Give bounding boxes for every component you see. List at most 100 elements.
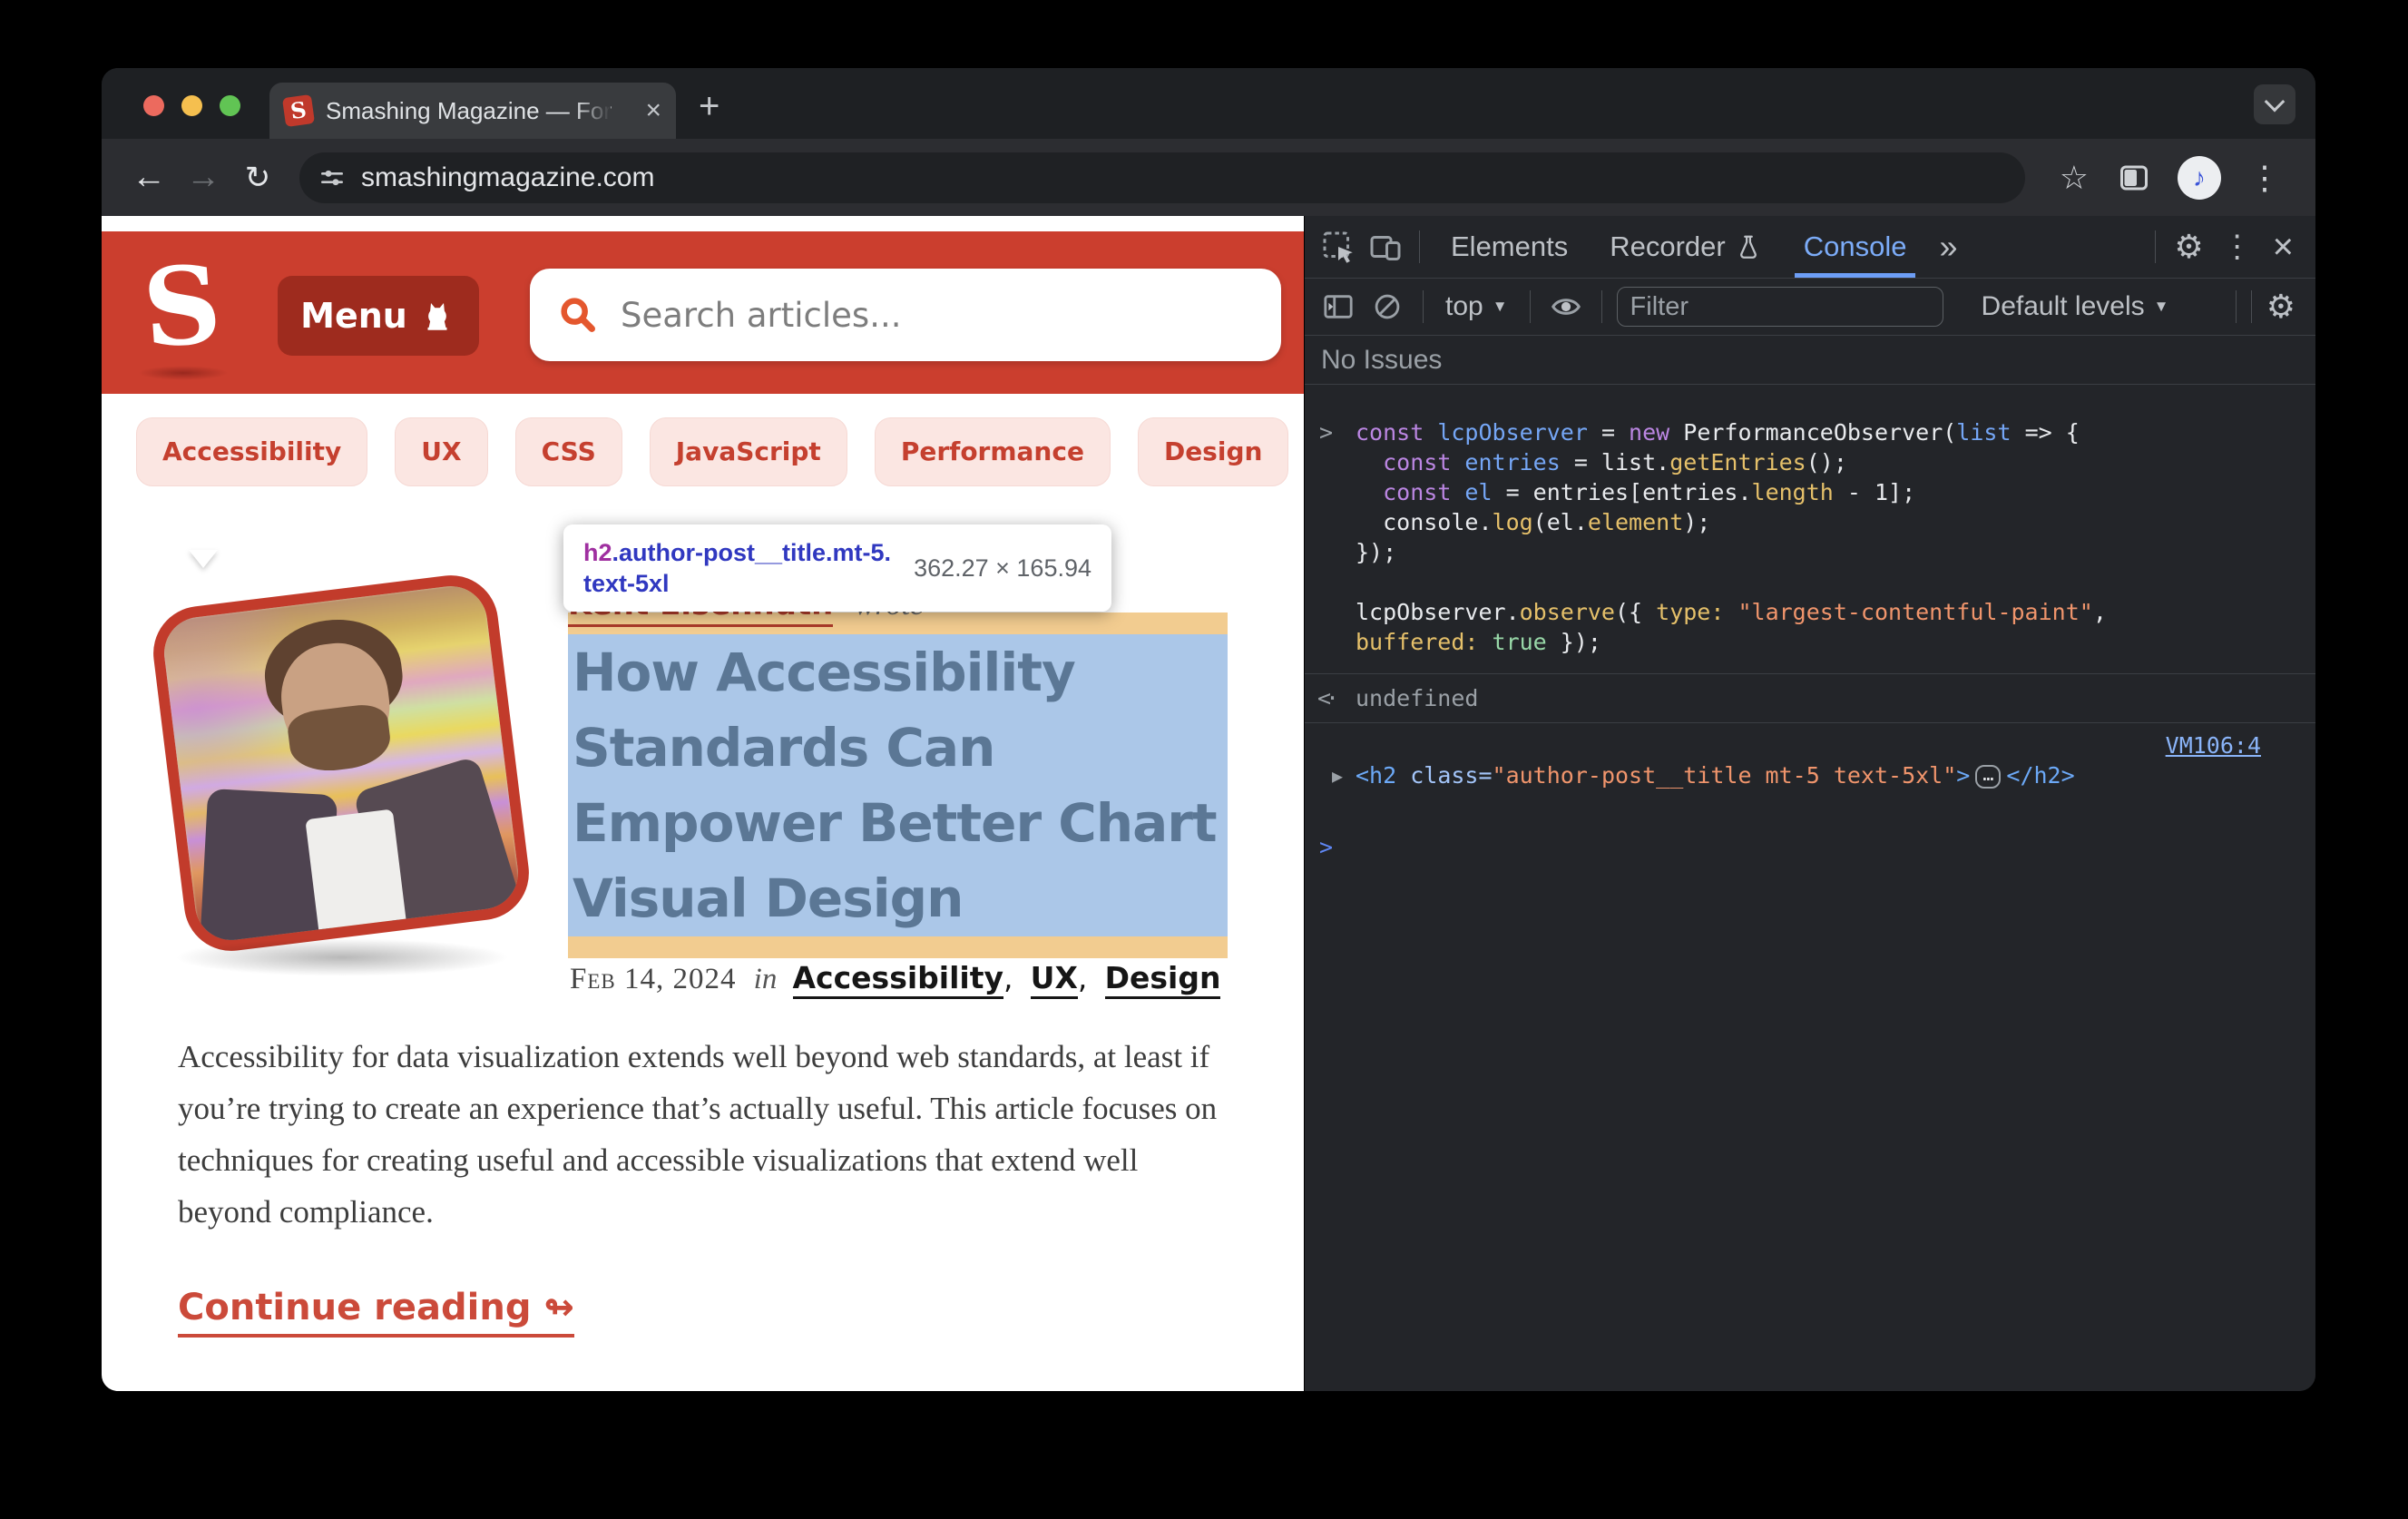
collapsed-content-icon[interactable]: … (1975, 765, 2001, 789)
tab-close-icon[interactable]: × (645, 97, 661, 124)
search-input[interactable] (619, 295, 1254, 336)
bookmark-star-icon[interactable]: ☆ (2060, 159, 2089, 197)
menu-label: Menu (300, 296, 407, 336)
tooltip-selector: h2.author-post__title.mt-5.text-5xl (583, 537, 897, 599)
console-log-row: VM106:4 ▶<h2 class="author-post__title m… (1305, 723, 2315, 805)
site-settings-icon[interactable] (318, 163, 347, 192)
favicon-letter: S (289, 99, 308, 122)
pill-javascript[interactable]: JavaScript (650, 417, 847, 486)
live-expression-eye-icon[interactable] (1545, 286, 1587, 328)
tooltip-dimensions: 362.27 × 165.94 (914, 554, 1091, 583)
divider (2236, 290, 2237, 323)
search-icon (557, 294, 599, 336)
console-settings-gear-icon[interactable]: ⚙ (2259, 288, 2303, 326)
devtools-close-icon[interactable]: × (2264, 227, 2303, 268)
console-input-echo: > const lcpObserver = new PerformanceObs… (1305, 385, 2315, 673)
pill-performance[interactable]: Performance (875, 417, 1111, 486)
content-area: S Menu (102, 216, 2315, 1391)
title-line: Standards Can (573, 710, 1228, 786)
pill-ux[interactable]: UX (395, 417, 487, 486)
clear-console-icon[interactable] (1366, 286, 1408, 328)
menu-button[interactable]: Menu (278, 276, 479, 356)
h2-close-tag: </h2> (2006, 762, 2074, 789)
title-line: How Accessibility (573, 635, 1228, 710)
screenshot-stage: S Smashing Magazine — For We × + ← → ↻ (0, 0, 2408, 1519)
code-line: const el = entries[entries.length - 1]; (1356, 477, 2297, 507)
tab-strip: S Smashing Magazine — For We × + (102, 68, 2315, 139)
pill-css[interactable]: CSS (515, 417, 622, 486)
smashing-logo[interactable]: S (139, 240, 225, 373)
comma: , (1003, 960, 1013, 995)
logged-element[interactable]: ▶<h2 class="author-post__title mt-5 text… (1356, 760, 2261, 790)
photo-shadow (174, 938, 510, 976)
cat-icon (418, 297, 456, 335)
browser-tab[interactable]: S Smashing Magazine — For We × (269, 83, 676, 139)
devtools-settings-gear-icon[interactable]: ⚙ (2167, 228, 2210, 266)
caret-down-icon: ▼ (1493, 298, 1508, 316)
issues-status[interactable]: No Issues (1305, 336, 2315, 385)
new-tab-button[interactable]: + (699, 88, 719, 124)
window-close-button[interactable] (143, 95, 164, 116)
code-line: }); (1356, 537, 2297, 567)
tab-console[interactable]: Console (1786, 216, 1925, 278)
browser-menu-kebab-icon[interactable]: ⋮ (2248, 159, 2281, 197)
levels-label: Default levels (1982, 291, 2145, 322)
devtools-kebab-icon[interactable]: ⋮ (2215, 229, 2260, 265)
prompt-icon: > (1319, 834, 1333, 860)
inspect-element-icon[interactable] (1317, 226, 1359, 268)
tab-title: Smashing Magazine — For We (326, 97, 616, 125)
back-button[interactable]: ← (125, 158, 172, 197)
pill-accessibility[interactable]: Accessibility (136, 417, 367, 486)
return-value-icon: <· (1317, 683, 1334, 713)
no-issues-label: No Issues (1321, 345, 1442, 376)
article-title[interactable]: How Accessibility Standards Can Empower … (568, 634, 1228, 936)
tab-recorder[interactable]: Recorder (1591, 216, 1780, 278)
more-tabs-icon[interactable]: » (1930, 228, 1966, 266)
browser-window: S Smashing Magazine — For We × + ← → ↻ (102, 68, 2315, 1391)
tab-elements-label: Elements (1451, 230, 1568, 263)
tab-elements[interactable]: Elements (1433, 216, 1586, 278)
photo-shirt (306, 809, 406, 930)
context-selector[interactable]: top▼ (1438, 291, 1515, 322)
smashing-favicon-icon: S (282, 94, 315, 127)
address-bar[interactable] (299, 152, 2025, 203)
side-panel-icon[interactable] (2118, 162, 2150, 194)
web-page: S Menu (102, 216, 1304, 1391)
h2-open-tag: <h2 class="author-post__title mt-5 text-… (1356, 762, 1970, 789)
console-toolbar-right: ⚙ (2228, 288, 2303, 326)
code-line: const entries = list.getEntries(); (1356, 447, 2297, 477)
profile-avatar[interactable]: ♪ (2178, 156, 2221, 200)
title-line: Empower Better Chart (573, 786, 1228, 861)
source-link[interactable]: VM106:4 (2166, 730, 2261, 760)
logo-shadow (138, 366, 229, 380)
url-input[interactable] (359, 162, 2016, 194)
author-photo[interactable] (148, 570, 534, 956)
log-levels-selector[interactable]: Default levels ▼ (1974, 291, 2177, 322)
inspect-tooltip: h2.author-post__title.mt-5.text-5xl 362.… (563, 524, 1111, 612)
tooltip-classes: .author-post__title.mt-5.text-5xl (583, 539, 891, 597)
code-line: console.log(el.element); (1356, 507, 2297, 537)
tag-link-design[interactable]: Design (1105, 960, 1221, 999)
console-output[interactable]: > const lcpObserver = new PerformanceObs… (1305, 385, 2315, 1391)
pill-design[interactable]: Design (1138, 417, 1288, 486)
forward-button[interactable]: → (180, 158, 227, 197)
console-input-prompt[interactable]: > (1305, 805, 2315, 862)
caret-down-icon: ▼ (2154, 298, 2169, 316)
reload-button[interactable]: ↻ (234, 160, 281, 196)
window-zoom-button[interactable] (220, 95, 240, 116)
device-toolbar-icon[interactable] (1365, 226, 1406, 268)
continue-reading-link[interactable]: Continue reading ↬ (178, 1287, 574, 1338)
divider (2155, 230, 2156, 263)
in-label: in (754, 963, 778, 995)
console-filter-input[interactable] (1617, 287, 1943, 327)
tab-search-button[interactable] (2254, 84, 2295, 124)
devtools-tab-bar: Elements Recorder Console » ⚙ ⋮ × (1305, 216, 2315, 279)
code-line: buffered: true }); (1356, 627, 2297, 657)
console-sidebar-icon[interactable] (1317, 286, 1359, 328)
expand-triangle-icon[interactable]: ▶ (1332, 761, 1343, 791)
divider (1419, 230, 1420, 263)
window-minimize-button[interactable] (181, 95, 202, 116)
tag-link-accessibility[interactable]: Accessibility (793, 960, 1003, 999)
site-search[interactable] (530, 269, 1281, 361)
tag-link-ux[interactable]: UX (1031, 960, 1078, 999)
